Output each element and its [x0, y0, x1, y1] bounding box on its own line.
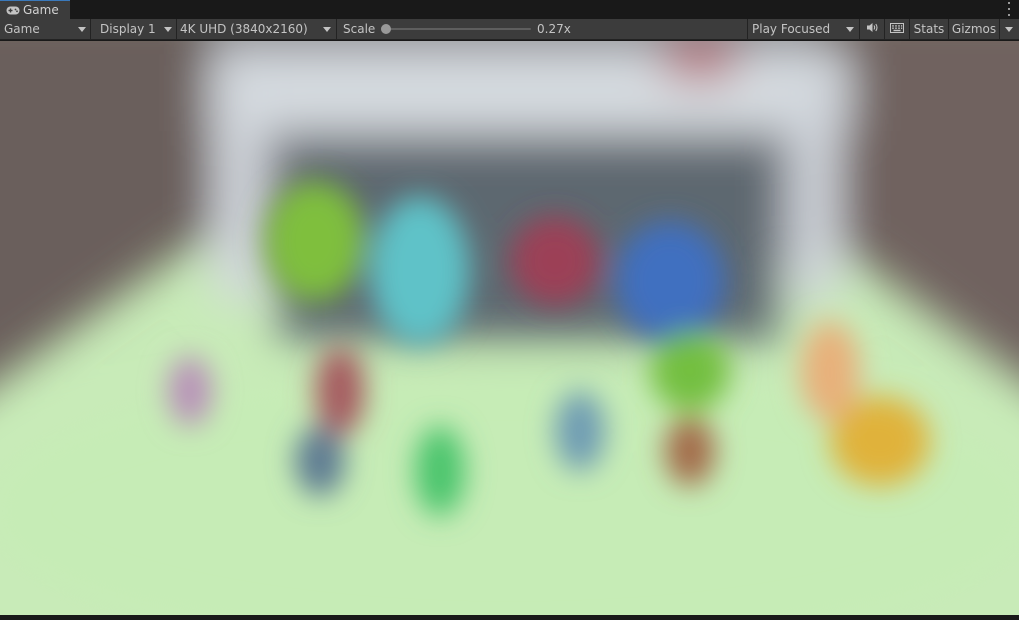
play-mode-label: Play Focused	[752, 22, 831, 36]
stats-button[interactable]: Stats	[910, 19, 948, 39]
game-viewport[interactable]	[0, 41, 1019, 615]
play-mode-dropdown[interactable]: Play Focused	[748, 19, 859, 39]
bottom-border	[0, 615, 1019, 620]
keyboard-icon	[890, 22, 904, 36]
mute-audio-button[interactable]	[860, 19, 884, 39]
chevron-down-icon	[323, 27, 331, 32]
resolution-dropdown[interactable]: 4K UHD (3840x2160)	[176, 19, 336, 39]
scale-value: 0.27x	[537, 22, 571, 36]
view-mode-dropdown[interactable]: Game	[0, 19, 90, 39]
shortcuts-button[interactable]	[885, 19, 909, 39]
resolution-label: 4K UHD (3840x2160)	[180, 22, 308, 36]
tab-label: Game	[23, 3, 59, 17]
more-options-icon[interactable]	[1007, 2, 1011, 16]
gizmos-label: Gizmos	[951, 22, 997, 36]
chevron-down-icon	[78, 27, 86, 32]
tab-bar: Game	[0, 0, 1019, 19]
stats-label: Stats	[913, 22, 945, 36]
display-label: Display 1	[100, 22, 156, 36]
scale-label: Scale	[343, 22, 376, 36]
speaker-icon	[866, 22, 879, 36]
chevron-down-icon	[846, 27, 854, 32]
chevron-down-icon	[1005, 27, 1013, 32]
view-mode-label: Game	[4, 22, 40, 36]
display-dropdown[interactable]: Display 1	[96, 19, 176, 39]
chevron-down-icon	[164, 27, 172, 32]
gamepad-icon	[6, 6, 20, 15]
scene-background	[0, 41, 1019, 615]
scale-slider-handle[interactable]	[381, 24, 391, 34]
gizmos-dropdown-button[interactable]	[1000, 19, 1019, 39]
tab-game[interactable]: Game	[0, 0, 70, 19]
scale-slider-track[interactable]	[386, 28, 531, 30]
game-toolbar: Game Display 1 4K UHD (3840x2160) Scale …	[0, 19, 1019, 40]
gizmos-button[interactable]: Gizmos	[949, 19, 999, 39]
